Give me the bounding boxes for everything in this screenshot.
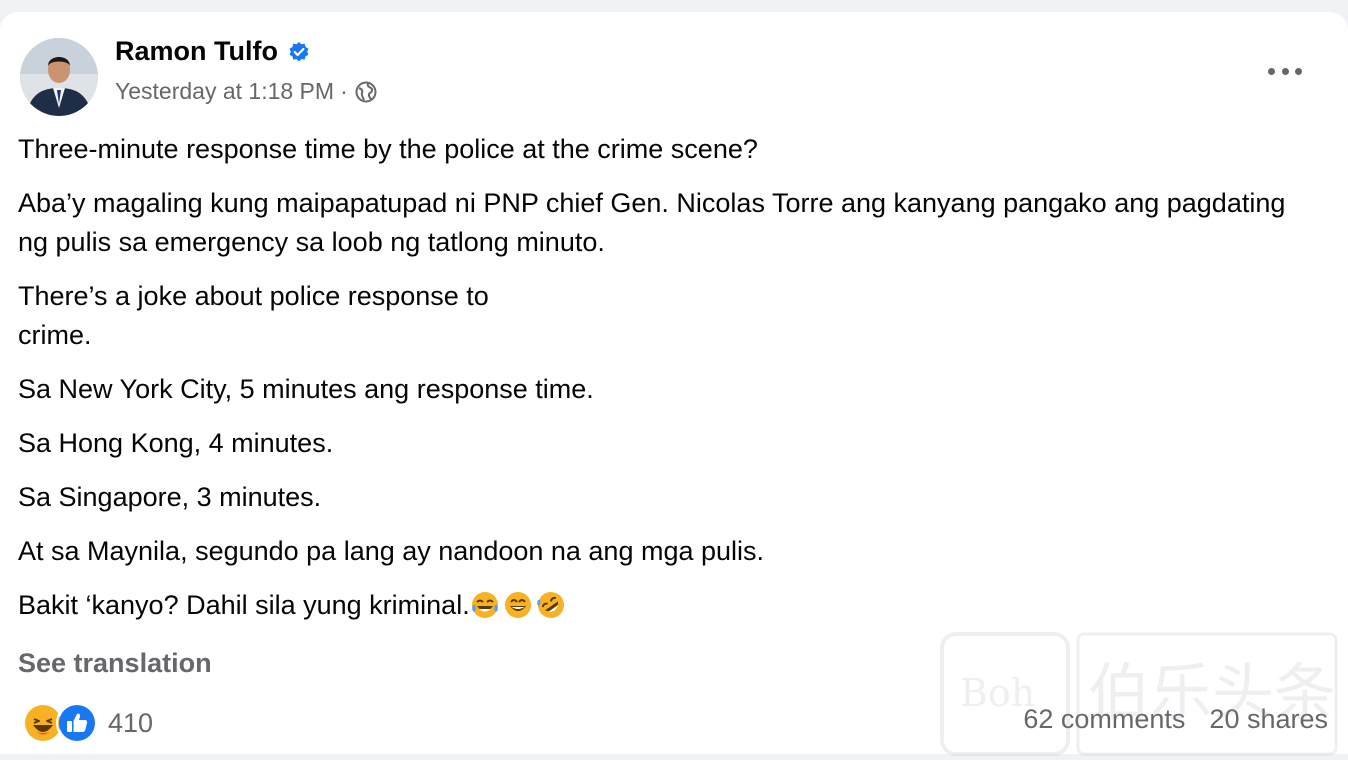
post-body: Three-minute response time by the police… <box>18 130 1318 640</box>
dot <box>1281 67 1289 75</box>
rolling-laughing-emoji <box>536 592 564 618</box>
watermark-logo: Boh 伯乐头条 <box>940 632 1338 756</box>
post-paragraph: Three-minute response time by the police… <box>18 134 758 164</box>
post-paragraph-last: Bakit ‘kanyo? Dahil sila yung kriminal. <box>18 586 1318 625</box>
author-name[interactable]: Ramon Tulfo <box>115 36 278 67</box>
post-paragraph: Aba’y magaling kung maipapatupad ni PNP … <box>18 188 1286 257</box>
author-avatar[interactable] <box>20 38 98 116</box>
verified-badge-icon <box>289 41 309 61</box>
grinning-emoji <box>504 592 531 618</box>
shares-count-link[interactable]: 20 shares <box>1209 704 1328 735</box>
see-translation-link[interactable]: See translation <box>18 648 212 679</box>
dot <box>1295 67 1302 75</box>
post-paragraph-text: Bakit ‘kanyo? Dahil sila yung kriminal. <box>18 590 470 620</box>
avatar-image <box>20 38 98 116</box>
dot <box>1268 67 1275 75</box>
globe-icon[interactable] <box>354 80 378 104</box>
post-card: Ramon Tulfo Yesterday at 1:18 PM · Three… <box>0 12 1348 756</box>
reactions-summary[interactable]: 410 <box>22 702 153 744</box>
author-header: Ramon Tulfo <box>115 36 310 67</box>
post-timestamp[interactable]: Yesterday at 1:18 PM <box>115 78 334 105</box>
post-paragraph: Sa New York City, 5 minutes ang response… <box>18 374 594 404</box>
meta-separator: · <box>340 78 348 104</box>
post-paragraph: Sa Singapore, 3 minutes. <box>18 482 322 512</box>
more-options-icon[interactable] <box>1268 60 1302 82</box>
comments-count-link[interactable]: 62 comments <box>1023 704 1185 735</box>
post-paragraph: At sa Maynila, segundo pa lang ay nandoo… <box>18 536 765 566</box>
post-paragraph: There’s a joke about police response to … <box>18 281 489 350</box>
post-meta: Yesterday at 1:18 PM · <box>115 78 378 105</box>
engagement-stats: 62 comments 20 shares <box>1023 704 1328 735</box>
tears-of-joy-emoji <box>471 592 498 618</box>
reaction-count: 410 <box>108 707 154 738</box>
post-paragraph: Sa Hong Kong, 4 minutes. <box>18 428 334 458</box>
like-reaction-icon <box>56 702 98 744</box>
